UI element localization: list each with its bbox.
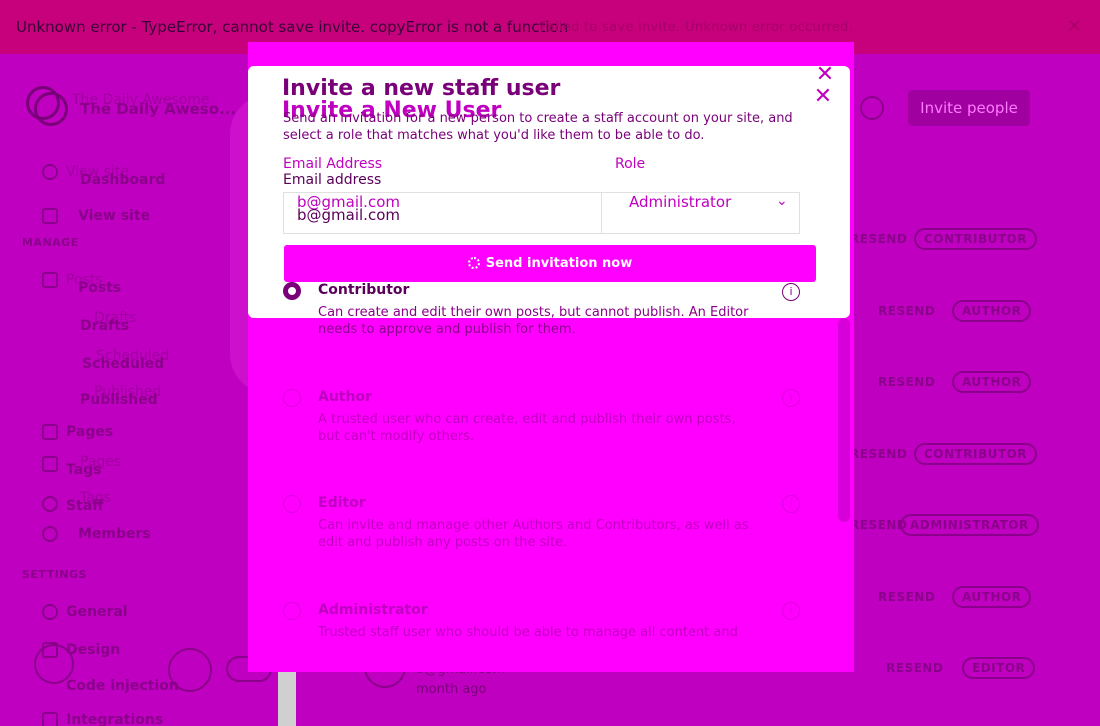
sidebar-item-general[interactable]: General xyxy=(66,604,128,620)
info-icon[interactable]: i xyxy=(782,389,800,407)
email-value-ghost: b@gmail.com xyxy=(297,206,400,224)
brand-logo-icon xyxy=(34,92,68,126)
role-badge: CONTRIBUTOR xyxy=(914,228,1037,250)
tag-icon xyxy=(42,456,58,472)
spinner-icon xyxy=(467,257,480,269)
close-icon[interactable]: ✕ xyxy=(810,86,836,112)
sidebar-item-tags[interactable]: Tags xyxy=(66,462,102,478)
role-badge: AUTHOR xyxy=(952,300,1032,322)
sidebar-item-staff[interactable]: Staff xyxy=(66,498,104,514)
sidebar-item-published-ghost: Published xyxy=(80,392,158,408)
option-title-editor: Editor xyxy=(318,495,366,511)
sidebar-item-code-injection[interactable]: Code injection xyxy=(66,678,179,694)
option-title-author: Author xyxy=(318,389,372,405)
role-label: Role xyxy=(615,156,646,172)
option-title-administrator: Administrator xyxy=(318,602,428,618)
sidebar-item-pages[interactable]: Pages xyxy=(66,424,113,440)
role-select-value: Administrator xyxy=(629,193,732,211)
integrations-icon xyxy=(42,712,58,726)
gear-icon xyxy=(42,604,58,620)
sidebar-item-dashboard[interactable]: Dashboard xyxy=(80,172,165,188)
option-desc-editor: Can invite and manage other Authors and … xyxy=(318,518,749,550)
pages-icon xyxy=(42,424,58,440)
send-invitation-label: Send invitation now xyxy=(485,256,633,271)
gear-icon[interactable] xyxy=(860,96,884,120)
resend-button[interactable]: RESEND xyxy=(878,590,935,604)
resend-button[interactable]: RESEND xyxy=(850,518,907,532)
resend-button[interactable]: RESEND xyxy=(878,304,935,318)
option-title-contributor: Contributor xyxy=(318,282,410,298)
modal-description: Send an invitation for a new person to c… xyxy=(283,111,793,143)
role-badge: ADMINISTRATOR xyxy=(900,514,1039,536)
sidebar-item-posts-ghost: Posts xyxy=(78,280,122,296)
resend-button[interactable]: RESEND xyxy=(886,661,943,675)
sidebar-item-members[interactable]: Members xyxy=(78,526,151,542)
error-message: Unknown error - TypeError, cannot save i… xyxy=(16,18,569,36)
sidebar-item-view-site-2[interactable]: View site xyxy=(78,208,150,224)
brand-name[interactable]: The Daily Aweso... xyxy=(80,100,236,118)
role-badge: AUTHOR xyxy=(952,586,1032,608)
sidebar-item-integrations[interactable]: Integrations xyxy=(66,712,163,726)
role-badge: EDITOR xyxy=(962,657,1036,679)
view-site-icon xyxy=(42,208,58,224)
sidebar-item-drafts-ghost: Drafts xyxy=(80,318,130,334)
radio-author[interactable] xyxy=(283,389,301,407)
user-avatar[interactable] xyxy=(34,644,74,684)
role-badge: AUTHOR xyxy=(952,371,1032,393)
chevron-down-icon: ⌄ xyxy=(776,193,788,209)
option-desc-contributor: Can create and edit their own posts, but… xyxy=(318,305,749,337)
info-icon[interactable]: i xyxy=(782,602,800,620)
radio-administrator[interactable] xyxy=(283,602,301,620)
resend-button[interactable]: RESEND xyxy=(850,447,907,461)
email-label: Email Address xyxy=(283,156,383,172)
sidebar-heading-manage: MANAGE xyxy=(22,236,79,249)
close-icon[interactable]: ✕ xyxy=(1067,16,1082,37)
sidebar-item-design[interactable]: Design xyxy=(66,642,120,658)
members-icon xyxy=(42,526,58,542)
email-label-ghost: Email address xyxy=(283,172,382,188)
info-icon[interactable]: i xyxy=(782,283,800,301)
sidebar-heading-settings: SETTINGS xyxy=(22,568,87,581)
option-desc-administrator: Trusted staff user who should be able to… xyxy=(318,625,738,640)
posts-icon xyxy=(42,272,58,288)
staff-icon xyxy=(42,496,58,512)
home-icon xyxy=(42,164,58,180)
radio-contributor[interactable] xyxy=(283,282,301,300)
staff-meta: month ago xyxy=(416,682,487,697)
send-invitation-button[interactable]: Send invitation now xyxy=(283,244,817,283)
sidebar-item-scheduled-ghost: Scheduled xyxy=(82,356,165,372)
settings-gear-icon[interactable] xyxy=(168,648,212,692)
modal-scrollbar[interactable] xyxy=(838,318,850,522)
resend-button[interactable]: RESEND xyxy=(850,232,907,246)
option-desc-author: A trusted user who can create, edit and … xyxy=(318,412,736,444)
error-message-ghost: Failed to save invite. Unknown error occ… xyxy=(540,20,854,35)
resend-button[interactable]: RESEND xyxy=(878,375,935,389)
invite-people-button[interactable]: Invite people xyxy=(908,90,1030,126)
info-icon[interactable]: i xyxy=(782,495,800,513)
radio-editor[interactable] xyxy=(283,495,301,513)
role-badge: CONTRIBUTOR xyxy=(914,443,1037,465)
